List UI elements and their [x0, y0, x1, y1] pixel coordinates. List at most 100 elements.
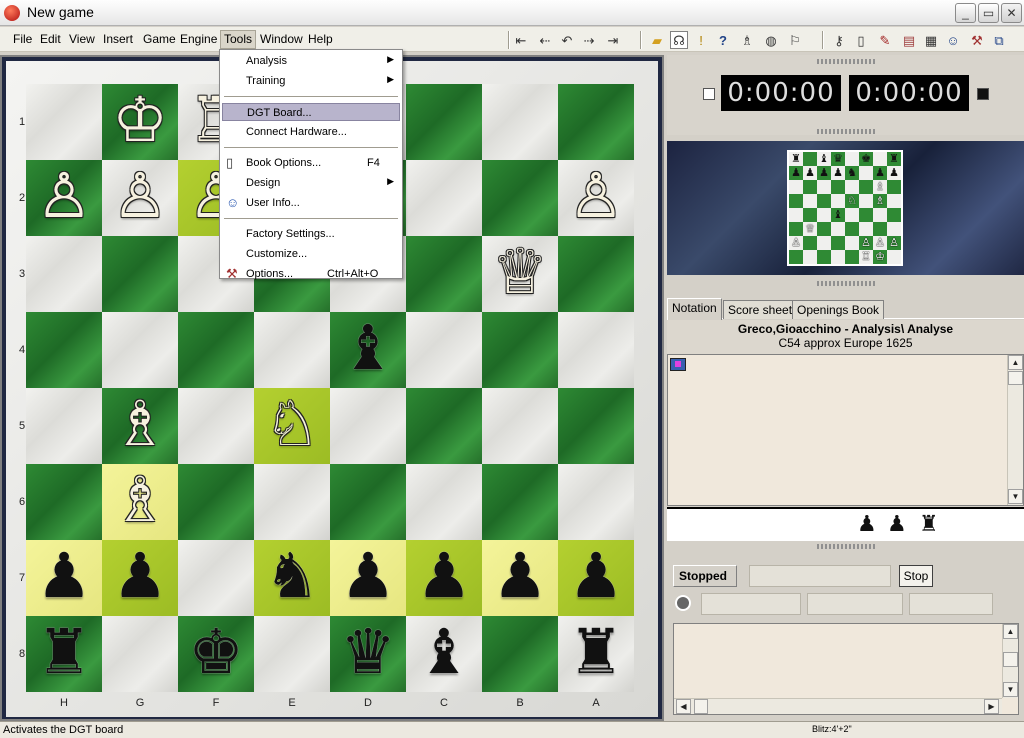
last-move-icon[interactable]: ⇥: [604, 31, 622, 49]
board-square-d5[interactable]: [330, 388, 406, 464]
black-rook-piece[interactable]: ♜: [26, 616, 102, 692]
board-square-e4[interactable]: [254, 312, 330, 388]
board-square-h6[interactable]: [26, 464, 102, 540]
menu-item-book-options[interactable]: ▯ Book Options... F4: [222, 154, 400, 172]
black-knight-piece[interactable]: ♞: [254, 540, 330, 616]
scroll-up-button[interactable]: ▲: [1003, 624, 1018, 639]
menu-engine[interactable]: Engine: [177, 32, 220, 46]
user-icon[interactable]: ☺: [944, 31, 962, 49]
maximize-button[interactable]: ▭: [978, 3, 999, 23]
book-icon[interactable]: ▯: [852, 31, 870, 49]
prev-move-icon[interactable]: ⇠: [536, 31, 554, 49]
help-question-icon[interactable]: ?: [714, 31, 732, 49]
menu-edit[interactable]: Edit: [37, 32, 64, 46]
warning-icon[interactable]: !: [692, 31, 710, 49]
key-icon[interactable]: ⚷: [830, 31, 848, 49]
minimize-button[interactable]: _: [955, 3, 976, 23]
menu-item-training[interactable]: Training ▶: [222, 72, 400, 90]
board-square-g3[interactable]: [102, 236, 178, 312]
black-bishop-piece[interactable]: ♝: [330, 312, 406, 388]
engine-light-icon[interactable]: [675, 595, 691, 611]
board-square-a4[interactable]: [558, 312, 634, 388]
menu-game[interactable]: Game: [140, 32, 179, 46]
black-pawn-piece[interactable]: ♟: [482, 540, 558, 616]
tab-notation[interactable]: Notation: [667, 298, 722, 320]
scroll-thumb[interactable]: [1003, 652, 1018, 667]
notation-scrollbar[interactable]: ▲ ▼: [1007, 355, 1023, 505]
window-icon[interactable]: ⧉: [990, 31, 1008, 49]
board-square-f5[interactable]: [178, 388, 254, 464]
board-square-f4[interactable]: [178, 312, 254, 388]
black-rook-piece[interactable]: ♜: [558, 616, 634, 692]
board-square-a6[interactable]: [558, 464, 634, 540]
board-square-c2[interactable]: [406, 160, 482, 236]
white-knight-piece[interactable]: ♘: [254, 388, 330, 464]
board-square-c4[interactable]: [406, 312, 482, 388]
board-square-b2[interactable]: [482, 160, 558, 236]
headset-icon[interactable]: ☊: [670, 31, 688, 49]
menu-file[interactable]: File: [10, 32, 35, 46]
black-pawn-piece[interactable]: ♟: [26, 540, 102, 616]
white-clock-checkbox[interactable]: [703, 88, 715, 100]
card-icon[interactable]: ▤: [900, 31, 918, 49]
scroll-thumb[interactable]: [1008, 371, 1023, 385]
menu-item-options[interactable]: ⚒ Options... Ctrl+Alt+O: [222, 265, 400, 283]
engine-output-pane[interactable]: ▲ ▼ ◀ ▶: [673, 623, 1019, 715]
board-square-h1[interactable]: [26, 84, 102, 160]
panel-grip[interactable]: [817, 129, 875, 134]
board-square-b1[interactable]: [482, 84, 558, 160]
board-square-b8[interactable]: [482, 616, 558, 692]
white-bishop-piece[interactable]: ♗: [102, 388, 178, 464]
scroll-down-button[interactable]: ▼: [1008, 489, 1023, 504]
white-pawn-piece[interactable]: ♙: [558, 160, 634, 236]
forward-icon[interactable]: ⇢: [580, 31, 598, 49]
board-square-c5[interactable]: [406, 388, 482, 464]
menu-item-analysis[interactable]: Analysis ▶: [222, 52, 400, 70]
menu-item-customize[interactable]: Customize...: [222, 245, 400, 263]
menu-window[interactable]: Window: [257, 32, 306, 46]
folder-icon[interactable]: ▰: [648, 31, 666, 49]
board-square-a1[interactable]: [558, 84, 634, 160]
board-square-c3[interactable]: [406, 236, 482, 312]
close-button[interactable]: ✕: [1001, 3, 1022, 23]
panel-grip[interactable]: [817, 59, 875, 64]
white-pawn-piece[interactable]: ♙: [26, 160, 102, 236]
white-pawn-piece[interactable]: ♙: [102, 160, 178, 236]
menu-insert[interactable]: Insert: [100, 32, 136, 46]
board-square-h4[interactable]: [26, 312, 102, 388]
black-pawn-piece[interactable]: ♟: [102, 540, 178, 616]
board-square-g4[interactable]: [102, 312, 178, 388]
board-square-b4[interactable]: [482, 312, 558, 388]
menu-item-connect-hardware[interactable]: Connect Hardware...: [222, 123, 400, 141]
tab-score-sheet[interactable]: Score sheet: [723, 300, 798, 319]
globe-icon[interactable]: ◍: [762, 31, 780, 49]
panel-grip[interactable]: [817, 544, 875, 549]
board-square-c1[interactable]: [406, 84, 482, 160]
board-square-b5[interactable]: [482, 388, 558, 464]
scroll-down-button[interactable]: ▼: [1003, 682, 1018, 697]
board-square-d6[interactable]: [330, 464, 406, 540]
scroll-up-button[interactable]: ▲: [1008, 355, 1023, 370]
board-icon[interactable]: ▦: [922, 31, 940, 49]
scroll-left-button[interactable]: ◀: [676, 699, 691, 714]
board-square-a3[interactable]: [558, 236, 634, 312]
notation-start-icon[interactable]: [670, 358, 686, 371]
pen-icon[interactable]: ✎: [876, 31, 894, 49]
board-square-g8[interactable]: [102, 616, 178, 692]
white-king-piece[interactable]: ♔: [102, 84, 178, 160]
tab-openings-book[interactable]: Openings Book: [792, 300, 885, 319]
scroll-thumb[interactable]: [694, 699, 708, 714]
black-pawn-piece[interactable]: ♟: [330, 540, 406, 616]
black-bishop-piece[interactable]: ♝: [406, 616, 482, 692]
menu-help[interactable]: Help: [305, 32, 336, 46]
menu-tools[interactable]: Tools: [220, 30, 257, 49]
black-king-piece[interactable]: ♚: [178, 616, 254, 692]
white-queen-piece[interactable]: ♕: [482, 236, 558, 312]
board-square-f7[interactable]: [178, 540, 254, 616]
stop-button[interactable]: Stop: [899, 565, 933, 587]
black-queen-piece[interactable]: ♛: [330, 616, 406, 692]
board-square-a5[interactable]: [558, 388, 634, 464]
menu-item-design[interactable]: Design ▶: [222, 174, 400, 192]
white-bishop-piece[interactable]: ♗: [102, 464, 178, 540]
board-square-c6[interactable]: [406, 464, 482, 540]
